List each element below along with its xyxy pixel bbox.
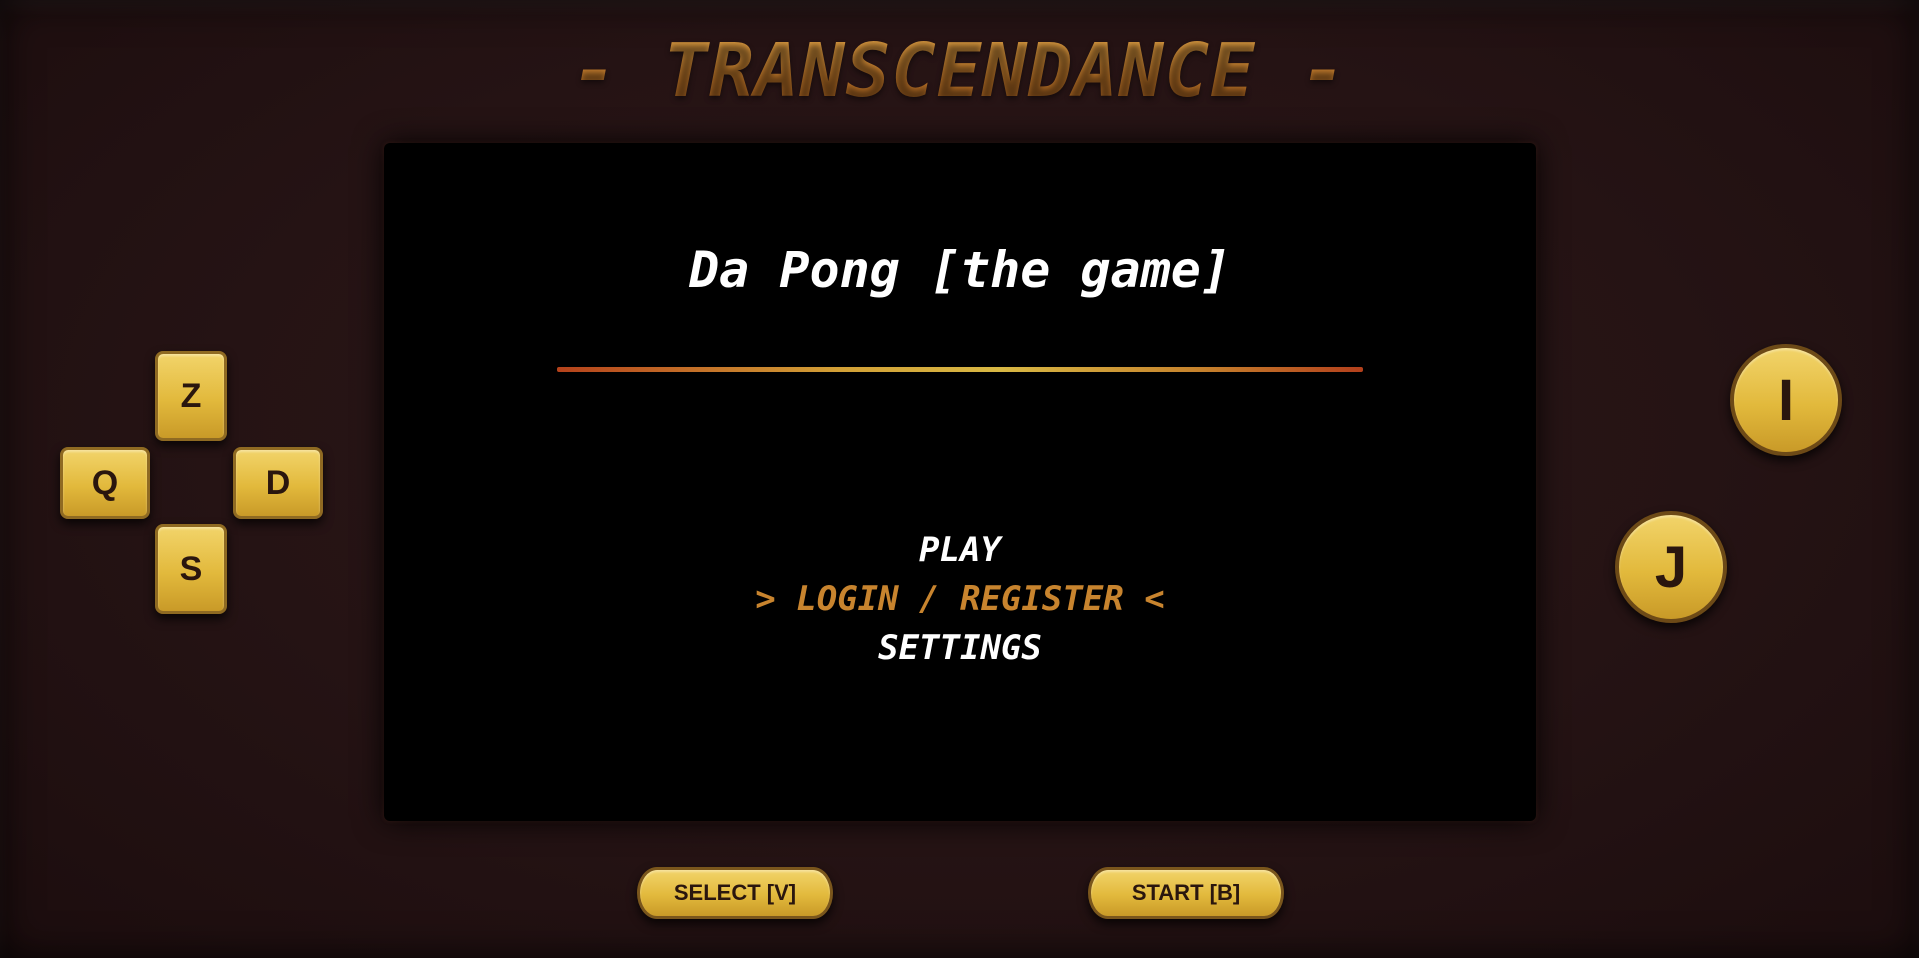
start-button[interactable]: START [B] [1088,867,1284,919]
menu-item-settings[interactable]: SETTINGS [384,624,1536,673]
menu-item-login-register[interactable]: > LOGIN / REGISTER < [384,575,1536,624]
menu-item-play[interactable]: PLAY [384,526,1536,575]
game-title: Da Pong [the game] [689,241,1231,299]
action-button-i[interactable]: I [1730,344,1842,456]
game-screen: Da Pong [the game] PLAY > LOGIN / REGIST… [384,143,1536,821]
dpad-up-key[interactable]: Z [155,351,227,441]
dpad-left-key[interactable]: Q [60,447,150,519]
app-title: - TRANSCENDANCE - [0,28,1919,114]
dpad-down-key[interactable]: S [155,524,227,614]
main-menu: PLAY > LOGIN / REGISTER < SETTINGS [384,526,1536,673]
dpad-right-key[interactable]: D [233,447,323,519]
title-divider [557,367,1363,372]
action-button-j[interactable]: J [1615,511,1727,623]
select-button[interactable]: SELECT [V] [637,867,833,919]
